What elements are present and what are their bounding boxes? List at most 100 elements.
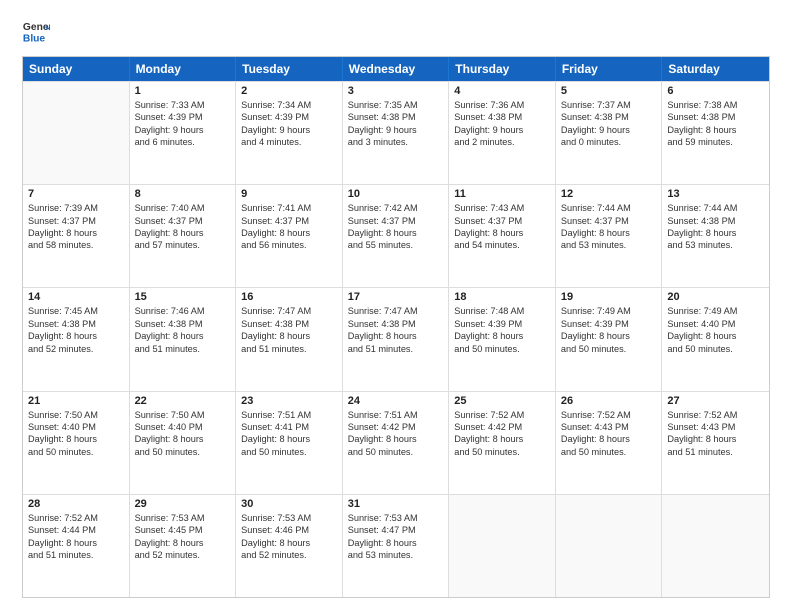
calendar-cell: 28Sunrise: 7:52 AMSunset: 4:44 PMDayligh… — [23, 495, 130, 597]
cell-info-line: Daylight: 8 hours — [348, 537, 444, 549]
cell-info-line: Sunset: 4:38 PM — [561, 111, 657, 123]
calendar-cell: 21Sunrise: 7:50 AMSunset: 4:40 PMDayligh… — [23, 392, 130, 494]
cell-info-line: Sunrise: 7:50 AM — [28, 409, 124, 421]
day-header-friday: Friday — [556, 57, 663, 81]
cell-info-line: Daylight: 9 hours — [348, 124, 444, 136]
cell-info-line: Sunset: 4:38 PM — [28, 318, 124, 330]
cell-info-line: and 54 minutes. — [454, 239, 550, 251]
cell-info-line: Sunset: 4:46 PM — [241, 524, 337, 536]
day-header-monday: Monday — [130, 57, 237, 81]
calendar-cell: 23Sunrise: 7:51 AMSunset: 4:41 PMDayligh… — [236, 392, 343, 494]
cell-info-line: and 50 minutes. — [561, 343, 657, 355]
day-number: 10 — [348, 188, 444, 200]
cell-info-line: Sunset: 4:47 PM — [348, 524, 444, 536]
cell-info-line: and 55 minutes. — [348, 239, 444, 251]
cell-info-line: Sunset: 4:38 PM — [667, 215, 764, 227]
cell-info-line: Sunrise: 7:44 AM — [667, 202, 764, 214]
cell-info-line: Daylight: 8 hours — [241, 433, 337, 445]
cell-info-line: Daylight: 8 hours — [667, 433, 764, 445]
day-number: 24 — [348, 395, 444, 407]
cell-info-line: Sunset: 4:45 PM — [135, 524, 231, 536]
cell-info-line: and 53 minutes. — [667, 239, 764, 251]
day-header-saturday: Saturday — [662, 57, 769, 81]
cell-info-line: Sunset: 4:39 PM — [135, 111, 231, 123]
cell-info-line: and 50 minutes. — [135, 446, 231, 458]
header: General Blue — [22, 18, 770, 46]
calendar-cell: 6Sunrise: 7:38 AMSunset: 4:38 PMDaylight… — [662, 82, 769, 184]
cell-info-line: and 50 minutes. — [241, 446, 337, 458]
cell-info-line: Daylight: 9 hours — [454, 124, 550, 136]
cell-info-line: Sunrise: 7:53 AM — [348, 512, 444, 524]
cell-info-line: Sunset: 4:37 PM — [241, 215, 337, 227]
cell-info-line: Sunset: 4:38 PM — [348, 111, 444, 123]
cell-info-line: Sunrise: 7:47 AM — [348, 305, 444, 317]
cell-info-line: Sunset: 4:37 PM — [348, 215, 444, 227]
calendar-row-5: 28Sunrise: 7:52 AMSunset: 4:44 PMDayligh… — [23, 494, 769, 597]
cell-info-line: and 59 minutes. — [667, 136, 764, 148]
cell-info-line: Sunset: 4:39 PM — [241, 111, 337, 123]
cell-info-line: Daylight: 8 hours — [348, 433, 444, 445]
cell-info-line: Sunrise: 7:51 AM — [348, 409, 444, 421]
cell-info-line: Sunset: 4:39 PM — [454, 318, 550, 330]
calendar-cell: 3Sunrise: 7:35 AMSunset: 4:38 PMDaylight… — [343, 82, 450, 184]
cell-info-line: Sunset: 4:37 PM — [561, 215, 657, 227]
cell-info-line: Daylight: 9 hours — [135, 124, 231, 136]
cell-info-line: and 53 minutes. — [348, 549, 444, 561]
cell-info-line: and 58 minutes. — [28, 239, 124, 251]
calendar: SundayMondayTuesdayWednesdayThursdayFrid… — [22, 56, 770, 598]
cell-info-line: Sunrise: 7:50 AM — [135, 409, 231, 421]
calendar-cell: 29Sunrise: 7:53 AMSunset: 4:45 PMDayligh… — [130, 495, 237, 597]
cell-info-line: and 52 minutes. — [135, 549, 231, 561]
cell-info-line: Sunrise: 7:52 AM — [561, 409, 657, 421]
day-number: 17 — [348, 291, 444, 303]
calendar-cell: 11Sunrise: 7:43 AMSunset: 4:37 PMDayligh… — [449, 185, 556, 287]
day-number: 11 — [454, 188, 550, 200]
svg-text:Blue: Blue — [23, 33, 46, 44]
calendar-cell: 2Sunrise: 7:34 AMSunset: 4:39 PMDaylight… — [236, 82, 343, 184]
cell-info-line: and 56 minutes. — [241, 239, 337, 251]
cell-info-line: and 51 minutes. — [348, 343, 444, 355]
cell-info-line: Sunset: 4:37 PM — [454, 215, 550, 227]
calendar-cell: 12Sunrise: 7:44 AMSunset: 4:37 PMDayligh… — [556, 185, 663, 287]
calendar-cell: 14Sunrise: 7:45 AMSunset: 4:38 PMDayligh… — [23, 288, 130, 390]
calendar-cell: 22Sunrise: 7:50 AMSunset: 4:40 PMDayligh… — [130, 392, 237, 494]
logo-icon: General Blue — [22, 18, 50, 46]
day-number: 26 — [561, 395, 657, 407]
day-number: 2 — [241, 85, 337, 97]
cell-info-line: Sunrise: 7:36 AM — [454, 99, 550, 111]
cell-info-line: Sunrise: 7:42 AM — [348, 202, 444, 214]
cell-info-line: and 3 minutes. — [348, 136, 444, 148]
calendar-cell — [449, 495, 556, 597]
day-number: 16 — [241, 291, 337, 303]
cell-info-line: Sunset: 4:40 PM — [28, 421, 124, 433]
calendar-cell: 25Sunrise: 7:52 AMSunset: 4:42 PMDayligh… — [449, 392, 556, 494]
cell-info-line: Daylight: 8 hours — [241, 330, 337, 342]
day-number: 31 — [348, 498, 444, 510]
day-header-tuesday: Tuesday — [236, 57, 343, 81]
cell-info-line: Sunset: 4:44 PM — [28, 524, 124, 536]
day-number: 14 — [28, 291, 124, 303]
day-header-thursday: Thursday — [449, 57, 556, 81]
day-header-wednesday: Wednesday — [343, 57, 450, 81]
cell-info-line: Sunset: 4:40 PM — [135, 421, 231, 433]
cell-info-line: Daylight: 8 hours — [135, 330, 231, 342]
day-number: 28 — [28, 498, 124, 510]
cell-info-line: Sunrise: 7:51 AM — [241, 409, 337, 421]
calendar-cell: 27Sunrise: 7:52 AMSunset: 4:43 PMDayligh… — [662, 392, 769, 494]
calendar-cell: 5Sunrise: 7:37 AMSunset: 4:38 PMDaylight… — [556, 82, 663, 184]
logo: General Blue — [22, 18, 50, 46]
cell-info-line: Sunrise: 7:35 AM — [348, 99, 444, 111]
cell-info-line: Daylight: 8 hours — [667, 227, 764, 239]
cell-info-line: Sunset: 4:37 PM — [28, 215, 124, 227]
cell-info-line: Daylight: 9 hours — [241, 124, 337, 136]
cell-info-line: Sunset: 4:37 PM — [135, 215, 231, 227]
day-number: 12 — [561, 188, 657, 200]
cell-info-line: Sunset: 4:43 PM — [667, 421, 764, 433]
day-number: 25 — [454, 395, 550, 407]
cell-info-line: Daylight: 8 hours — [667, 124, 764, 136]
cell-info-line: Sunset: 4:40 PM — [667, 318, 764, 330]
calendar-row-4: 21Sunrise: 7:50 AMSunset: 4:40 PMDayligh… — [23, 391, 769, 494]
cell-info-line: Daylight: 8 hours — [135, 227, 231, 239]
cell-info-line: Sunrise: 7:53 AM — [135, 512, 231, 524]
calendar-body: 1Sunrise: 7:33 AMSunset: 4:39 PMDaylight… — [23, 81, 769, 597]
